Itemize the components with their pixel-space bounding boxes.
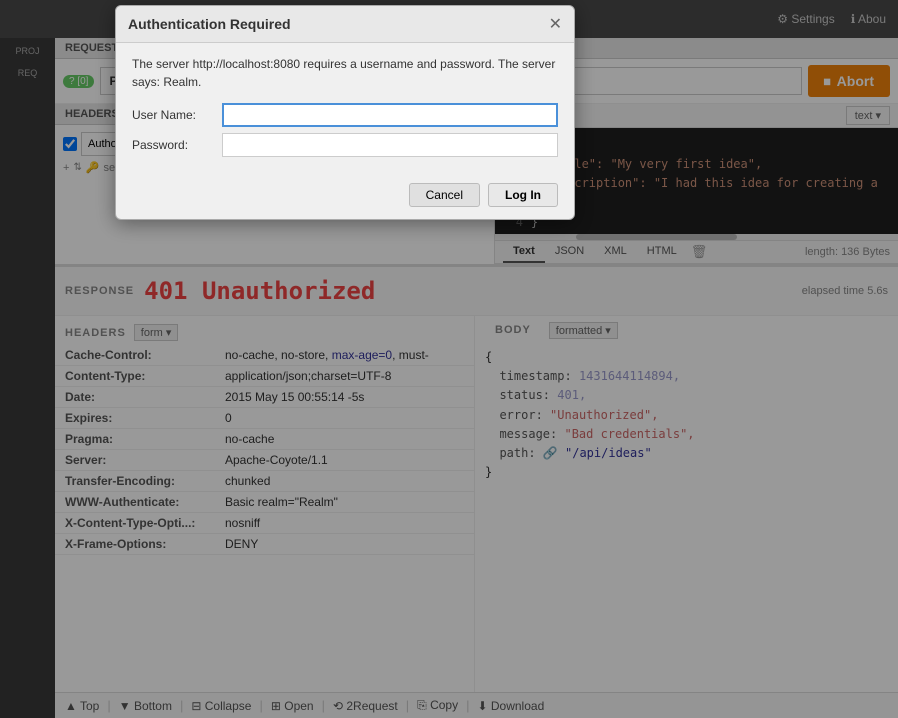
modal-actions: Cancel Log In <box>116 175 574 219</box>
cancel-button[interactable]: Cancel <box>409 183 480 207</box>
modal-title-bar: Authentication Required ✕ <box>116 6 574 43</box>
username-input[interactable] <box>222 103 558 127</box>
modal-message: The server http://localhost:8080 require… <box>132 55 558 91</box>
username-label: User Name: <box>132 108 222 122</box>
username-field-row: User Name: <box>132 103 558 127</box>
password-field-row: Password: <box>132 133 558 157</box>
modal-close-button[interactable]: ✕ <box>549 14 562 34</box>
login-button[interactable]: Log In <box>488 183 558 207</box>
modal-title: Authentication Required <box>128 16 291 32</box>
password-input[interactable] <box>222 133 558 157</box>
password-label: Password: <box>132 138 222 152</box>
modal-overlay: Authentication Required ✕ The server htt… <box>0 0 898 718</box>
modal-body: The server http://localhost:8080 require… <box>116 43 574 175</box>
auth-modal: Authentication Required ✕ The server htt… <box>115 5 575 220</box>
